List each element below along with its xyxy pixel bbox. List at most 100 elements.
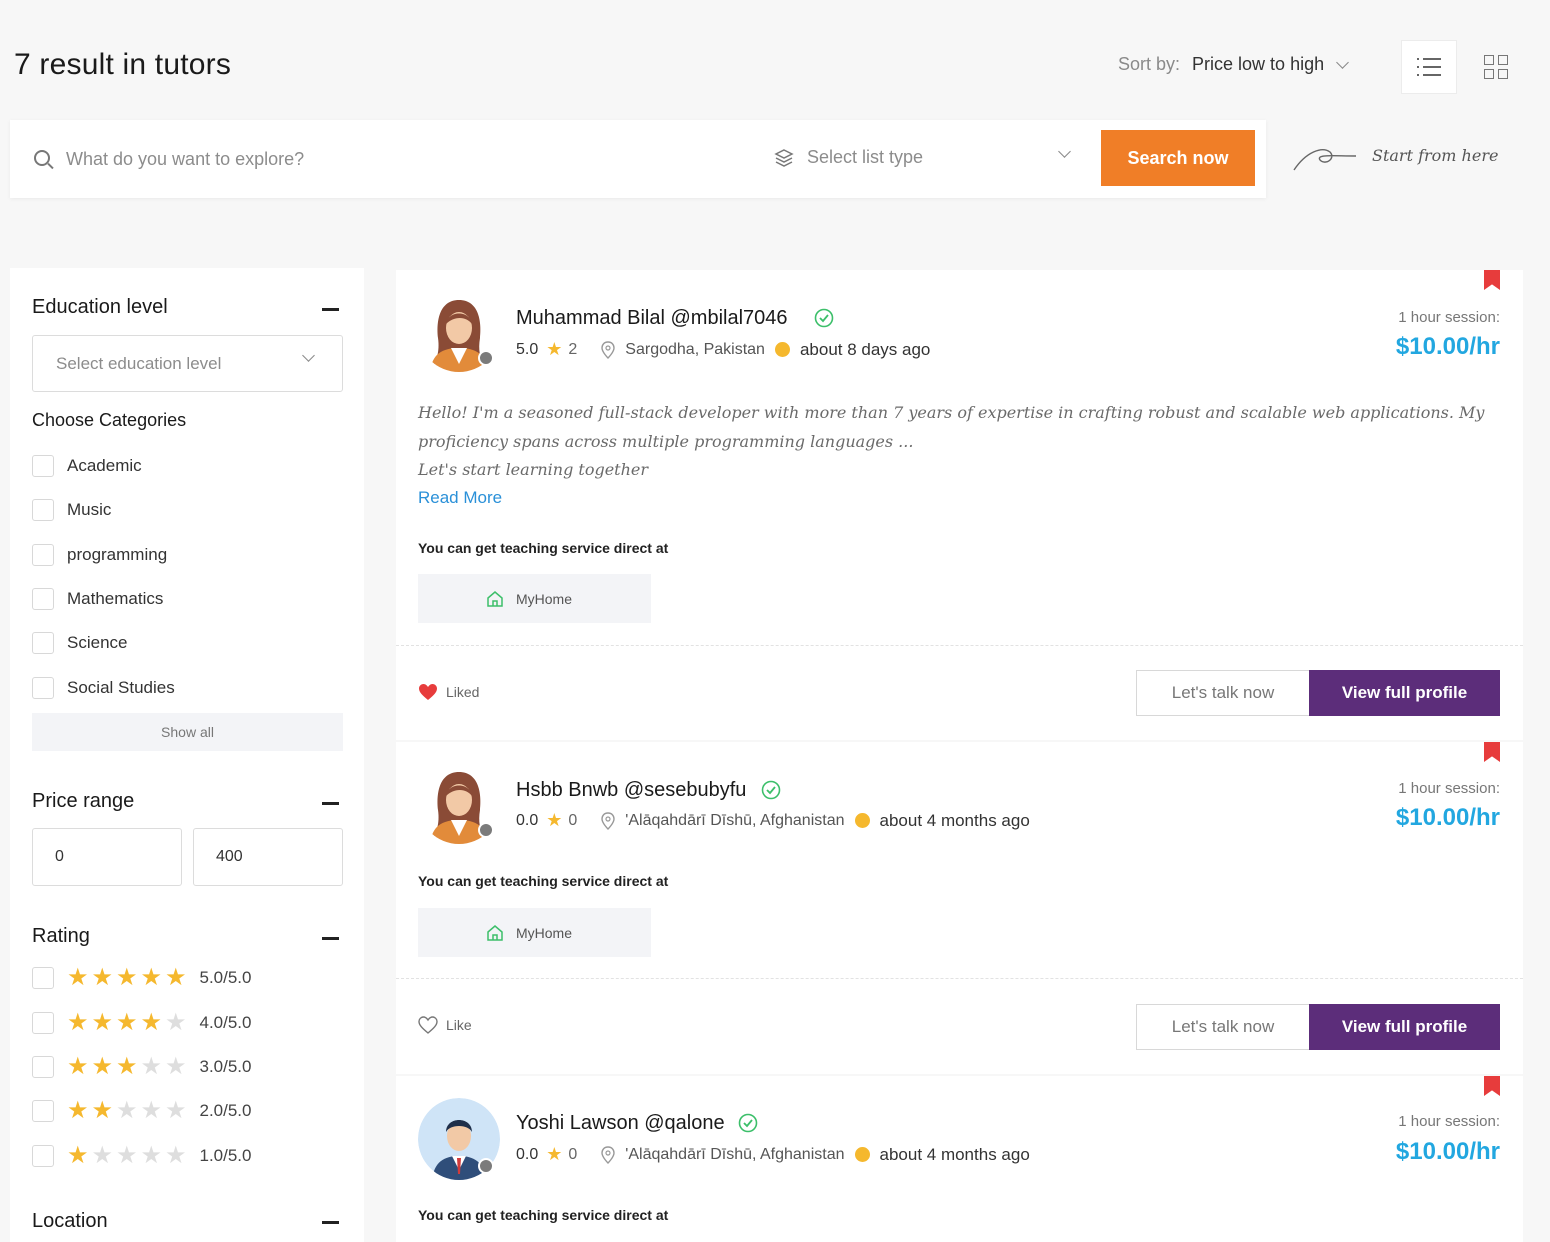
chevron-down-icon [1336, 55, 1349, 69]
checkbox[interactable] [32, 1012, 54, 1034]
category-label: Music [67, 500, 112, 519]
rating-filter-3[interactable]: ★ ★ ★ ★ ★ 3.0/5.0 [32, 1055, 252, 1079]
star-rating-icons: ★ ★ ★ ★ ★ [67, 1097, 187, 1124]
tutor-bio: Hello! I'm a seasoned full-stack develop… [418, 403, 1485, 451]
page-title: 7 result in tutors [14, 48, 232, 81]
home-icon [487, 590, 503, 607]
divider [396, 645, 1523, 646]
checkbox[interactable] [32, 455, 54, 477]
review-count: 2 [568, 340, 578, 358]
category-item[interactable]: Academic [32, 454, 142, 478]
category-item[interactable]: Music [32, 498, 111, 522]
tutor-name[interactable]: Muhammad Bilal @mbilal7046 [516, 307, 788, 330]
service-location-chip: MyHome [418, 908, 651, 957]
tutor-bio-tagline: Let's start learning together [418, 460, 649, 479]
session-label: 1 hour session: [1398, 780, 1500, 797]
category-item[interactable]: Social Studies [32, 676, 175, 700]
tutor-price: $10.00/hr [1395, 1138, 1500, 1165]
checkbox[interactable] [32, 632, 54, 654]
tutor-rating: 5.0 [516, 340, 539, 358]
grid-view-button[interactable] [1468, 40, 1524, 94]
checkbox[interactable] [32, 499, 54, 521]
collapse-minus-icon[interactable] [322, 802, 339, 805]
tutor-meta: 5.0 ★ 2 Sargodha, Pakistan about 8 days … [516, 339, 930, 360]
arrow-squiggle-icon [1293, 149, 1357, 171]
sort-dropdown[interactable]: Sort by: Price low to high [1118, 54, 1349, 75]
tutor-meta: 0.0 ★ 0 'Alāqahdārī Dīshū, Afghanistan a… [516, 810, 1030, 831]
rating-filter-1[interactable]: ★ ★ ★ ★ ★ 1.0/5.0 [32, 1144, 252, 1168]
star-rating-icons: ★ ★ ★ ★ ★ [67, 1009, 187, 1036]
category-label: programming [67, 545, 168, 564]
star-icon: ★ [546, 810, 563, 830]
checkbox[interactable] [32, 1056, 54, 1078]
tutor-name[interactable]: Yoshi Lawson @qalone [516, 1112, 725, 1135]
rating-label: 5.0/5.0 [199, 968, 252, 987]
category-item[interactable]: programming [32, 543, 167, 567]
view-full-profile-button[interactable]: View full profile [1309, 670, 1500, 716]
collapse-minus-icon[interactable] [322, 308, 339, 311]
clock-icon [774, 342, 790, 357]
service-location-chip: MyHome [418, 574, 651, 623]
chevron-down-icon[interactable] [1058, 145, 1071, 158]
bookmark-icon[interactable] [1484, 270, 1500, 290]
star-rating-icons: ★ ★ ★ ★ ★ [67, 1053, 187, 1080]
review-count: 0 [568, 811, 578, 829]
checkbox[interactable] [32, 967, 54, 989]
heart-filled-icon [419, 684, 437, 700]
education-level-select[interactable]: Select education level [32, 335, 343, 392]
category-label: Science [67, 633, 128, 652]
tutor-location: Sargodha, Pakistan [625, 340, 765, 358]
category-label: Social Studies [67, 678, 175, 697]
list-icon [1417, 58, 1441, 76]
sort-label: Sort by: [1118, 54, 1181, 74]
clock-icon [854, 1147, 870, 1162]
bookmark-icon[interactable] [1484, 1076, 1500, 1096]
service-place: MyHome [516, 924, 573, 941]
bookmark-icon[interactable] [1484, 742, 1500, 762]
tutor-name[interactable]: Hsbb Bnwb @sesebubyfu [516, 779, 746, 802]
price-max-input[interactable] [193, 828, 343, 886]
rating-filter-2[interactable]: ★ ★ ★ ★ ★ 2.0/5.0 [32, 1099, 252, 1123]
view-full-profile-button[interactable]: View full profile [1309, 1004, 1500, 1050]
service-place: MyHome [516, 590, 573, 607]
checkbox[interactable] [32, 1145, 54, 1167]
tutor-last-active: about 4 months ago [879, 810, 1030, 830]
list-view-button[interactable] [1401, 40, 1457, 94]
read-more-link[interactable]: Read More [418, 488, 502, 508]
rating-label: 1.0/5.0 [199, 1146, 252, 1165]
like-button[interactable]: Liked [418, 683, 479, 701]
online-status-dot [478, 350, 494, 366]
star-icon: ★ [546, 339, 563, 359]
rating-filter-4[interactable]: ★ ★ ★ ★ ★ 4.0/5.0 [32, 1011, 252, 1035]
filter-sidebar: Education level Select education level C… [10, 268, 364, 1242]
location-pin-icon [601, 340, 615, 359]
verified-check-icon [814, 308, 834, 328]
search-now-button[interactable]: Search now [1101, 130, 1255, 186]
price-min-input[interactable] [32, 828, 182, 886]
search-input[interactable] [66, 140, 746, 178]
show-all-button[interactable]: Show all [32, 713, 343, 751]
tutor-price: $10.00/hr [1395, 804, 1500, 831]
lets-talk-button[interactable]: Let's talk now [1136, 1004, 1310, 1050]
education-level-placeholder: Select education level [56, 354, 222, 373]
rating-label: 4.0/5.0 [199, 1013, 252, 1032]
checkbox[interactable] [32, 677, 54, 699]
collapse-minus-icon[interactable] [322, 937, 339, 940]
list-type-select[interactable]: Select list type [807, 147, 923, 168]
rating-heading: Rating [32, 925, 90, 947]
collapse-minus-icon[interactable] [322, 1221, 339, 1224]
categories-heading: Choose Categories [32, 410, 187, 430]
star-rating-icons: ★ ★ ★ ★ ★ [67, 1142, 187, 1169]
like-label: Liked [446, 684, 480, 700]
rating-filter-5[interactable]: ★ ★ ★ ★ ★ 5.0/5.0 [32, 966, 252, 990]
like-button[interactable]: Like [418, 1016, 472, 1034]
category-item[interactable]: Mathematics [32, 587, 163, 611]
session-label: 1 hour session: [1398, 309, 1500, 326]
tutor-card: Muhammad Bilal @mbilal7046 5.0 ★ 2 Sargo… [396, 270, 1523, 740]
checkbox[interactable] [32, 1100, 54, 1122]
verified-check-icon [761, 780, 781, 800]
category-item[interactable]: Science [32, 631, 127, 655]
checkbox[interactable] [32, 588, 54, 610]
lets-talk-button[interactable]: Let's talk now [1136, 670, 1310, 716]
checkbox[interactable] [32, 544, 54, 566]
